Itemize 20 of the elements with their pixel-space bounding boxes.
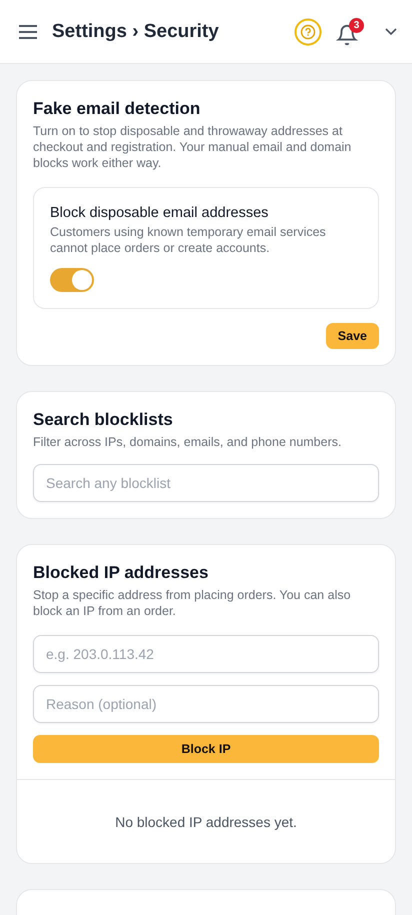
menu-icon[interactable] — [18, 24, 38, 40]
reason-field[interactable]: Reason (optional) — [33, 685, 379, 723]
search-field[interactable]: Search any blocklist — [33, 464, 379, 502]
card-description: Stop a specific address from placing orders. You can also block an IP from an order. — [33, 587, 352, 619]
ip-address-field[interactable]: e.g. 203.0.113.42 — [33, 635, 379, 673]
toggle-switch[interactable] — [50, 268, 94, 292]
notification-button[interactable]: 3 — [336, 18, 364, 46]
chevron-down-icon[interactable] — [384, 26, 398, 36]
page-title: Settings › Security — [52, 20, 220, 42]
card-description: Turn on to stop disposable and throwaway addresses at checkout and registration. Your manual email and domain blocks work either way. — [33, 123, 352, 171]
card-title: Fake email detection — [33, 99, 202, 119]
empty-message: No blocked IP addresses yet. — [115, 814, 297, 830]
card-title: Blocked IP addresses — [33, 563, 210, 583]
card-title: Search blocklists — [33, 410, 174, 430]
block-ip-button[interactable]: Block IP — [33, 735, 379, 763]
option-description: Customers using known temporary email services cannot place orders or create accounts. — [50, 224, 327, 256]
option-title: Block disposable email addresses — [50, 205, 270, 221]
card-description: Filter across IPs, domains, emails, and phone numbers. — [33, 434, 342, 450]
notification-badge: 3 — [349, 18, 364, 32]
save-button[interactable]: Save — [326, 323, 379, 349]
